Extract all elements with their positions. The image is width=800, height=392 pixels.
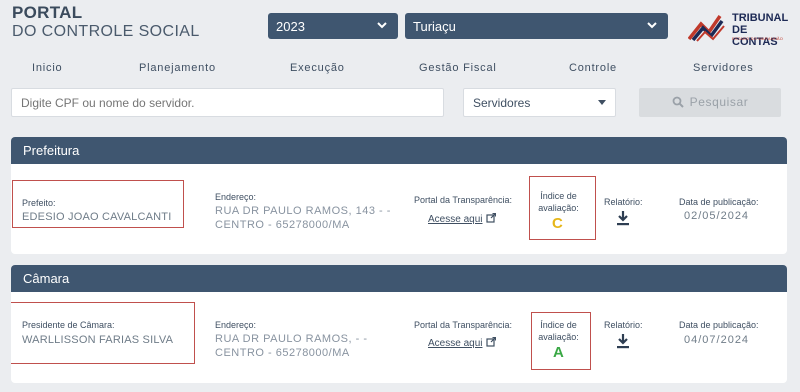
brand-title[interactable]: PORTAL	[12, 3, 82, 23]
search-button-label: Pesquisar	[689, 95, 749, 109]
role-select[interactable]: Servidores	[463, 88, 616, 117]
nav-inicio[interactable]: Inicio	[32, 62, 62, 74]
search-input[interactable]	[11, 88, 444, 117]
logo-tagline: ESTADO DO MARANHÃO	[732, 36, 784, 41]
annotation-box	[11, 302, 195, 364]
published-label: Data de publicação:	[679, 320, 759, 330]
logo-mark-icon	[688, 15, 725, 42]
nav-servidores[interactable]: Servidores	[693, 62, 754, 74]
annotation-box	[531, 312, 591, 370]
transparency-link[interactable]: Acesse aqui	[428, 213, 497, 225]
download-icon[interactable]	[616, 210, 630, 226]
address-label: Endereço:	[215, 192, 257, 202]
tce-logo[interactable]: TRIBUNAL DE CONTAS ESTADO DO MARANHÃO	[688, 10, 788, 48]
nav-execucao[interactable]: Execução	[290, 62, 345, 74]
caret-down-icon	[598, 100, 606, 105]
brand-subtitle[interactable]: DO CONTROLE SOCIAL	[12, 23, 200, 41]
transparency-link-text: Acesse aqui	[428, 214, 483, 225]
address-line-2: CENTRO - 65278000/MA	[215, 347, 350, 359]
report-label: Relatório:	[604, 197, 643, 207]
card-header: Prefeitura	[11, 137, 787, 164]
chevron-down-icon	[647, 22, 657, 29]
year-select[interactable]: 2023	[268, 13, 398, 39]
address-line-2: CENTRO - 65278000/MA	[215, 219, 350, 231]
report-label: Relatório:	[604, 320, 643, 330]
logo-line1: TRIBUNAL	[732, 12, 789, 24]
annotation-box	[529, 176, 596, 240]
logo-text: TRIBUNAL DE CONTAS	[732, 12, 788, 48]
published-date: 02/05/2024	[684, 210, 750, 222]
top-header: PORTAL DO CONTROLE SOCIAL 2023 Turiaçu T…	[0, 0, 800, 88]
role-value: Servidores	[473, 96, 531, 110]
municipality-value: Turiaçu	[413, 19, 456, 34]
municipality-select[interactable]: Turiaçu	[405, 13, 668, 39]
transparency-link[interactable]: Acesse aqui	[428, 337, 497, 349]
nav-gestao-fiscal[interactable]: Gestão Fiscal	[419, 62, 497, 74]
address-label: Endereço:	[215, 320, 257, 330]
transparency-link-text: Acesse aqui	[428, 338, 483, 349]
main-nav: Inicio Planejamento Execução Gestão Fisc…	[0, 62, 800, 80]
card-prefeitura: Prefeitura Prefeito: EDESIO JOAO CAVALCA…	[11, 137, 787, 254]
chevron-down-icon	[377, 22, 387, 29]
external-link-icon	[486, 337, 497, 347]
nav-controle[interactable]: Controle	[569, 62, 617, 74]
address-line-1: RUA DR PAULO RAMOS, 143 - -	[215, 205, 391, 217]
address-line-1: RUA DR PAULO RAMOS, - -	[215, 333, 368, 345]
published-date: 04/07/2024	[684, 334, 750, 346]
annotation-box	[12, 180, 184, 228]
card-camara: Câmara Presidente de Câmara: WARLLISSON …	[11, 265, 787, 383]
search-button[interactable]: Pesquisar	[639, 88, 781, 117]
external-link-icon	[486, 213, 497, 223]
download-icon[interactable]	[616, 333, 630, 349]
nav-planejamento[interactable]: Planejamento	[139, 62, 216, 74]
search-icon	[672, 96, 684, 108]
published-label: Data de publicação:	[679, 197, 759, 207]
card-header: Câmara	[11, 265, 787, 292]
transparency-label: Portal da Transparência:	[414, 320, 513, 330]
search-bar: Servidores Pesquisar	[0, 88, 800, 124]
transparency-label: Portal da Transparência:	[414, 195, 513, 205]
year-value: 2023	[276, 19, 305, 34]
